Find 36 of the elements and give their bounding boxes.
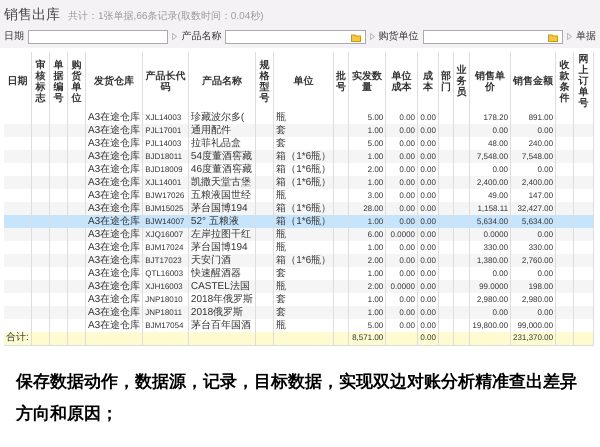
table-row[interactable]: A3在途仓库 BJD18011 54度董酒窖藏 箱（1*6瓶） 1.00 0.00 0.00 7,548.00 7,548.00 — [4, 150, 594, 163]
table-cell: 231,370.00 — [510, 332, 556, 345]
table-row[interactable]: A3在途仓库 BJW14007 52° 五粮液 箱（1*6瓶） 1.00 0.00 0.00 5,634.00 5,634.00 — [4, 215, 594, 228]
date-field[interactable] — [28, 30, 168, 44]
table-cell: 0.00 — [417, 332, 438, 345]
triangle-icon[interactable] — [172, 33, 178, 40]
table-row[interactable]: A3在途仓库 JNP18011 2018俄罗斯 套 1.00 0.00 0.00 0.00 0.00 — [4, 306, 594, 319]
table-row[interactable]: A3在途仓库 QTL16003 快速醒酒器 套 1.00 0.00 0.00 0.00 0.00 — [4, 267, 594, 280]
table-row[interactable]: A3在途仓库 PJL17001 通用配件 套 1.00 0.00 0.00 0.00 0.00 — [4, 124, 594, 137]
table-row[interactable]: A3在途仓库 BJM15025 茅台国博194 箱（1*6瓶） 28.00 0.00 0.00 1,158.11 32,427.00 — [4, 202, 594, 215]
table-row[interactable]: A3在途仓库 BJM17024 茅台国博194 瓶 1.00 0.00 0.00 330.00 330.00 — [4, 241, 594, 254]
record-summary: 共计：1张单据,66条记录(取数时间：0.04秒) — [68, 10, 264, 24]
table-row[interactable]: A3在途仓库 PJL14003 拉菲礼品盒 套 5.00 0.00 0.00 48.00 240.00 — [4, 137, 594, 150]
table-row[interactable]: A3在途仓库 BJD18009 46度董酒窖藏 箱（1*6瓶） 2.00 0.00 0.00 0.00 0.00 — [4, 163, 594, 176]
table-row[interactable]: A3在途仓库 XJH16003 CASTEL法国 瓶 2.00 0.0000 0.00 99.0000 198.00 — [4, 280, 594, 293]
table-row[interactable]: A3在途仓库 BJM17054 茅台百年国酒 瓶 5.00 0.00 0.00 19,800.00 99,000.00 — [4, 319, 594, 332]
page-title: 销售出库 — [4, 5, 60, 24]
triangle-icon[interactable] — [566, 33, 572, 40]
folder-icon[interactable] — [548, 34, 558, 42]
table-row[interactable]: A3在途仓库 BJW17026 五粮液国世经 瓶 3.00 0.00 0.00 49.00 147.00 — [4, 189, 594, 202]
table-cell: 8,571.00 — [348, 332, 386, 345]
table-row[interactable]: A3在途仓库 XJL14003 珍藏波尔多( 瓶 5.00 0.00 0.00 178.20 891.00 — [4, 111, 594, 124]
table-row[interactable]: A3在途仓库 BJT17023 天安门酒 箱（1*6瓶） 2.00 0.00 0.00 1,380.00 2,760.00 — [4, 254, 594, 267]
folder-icon[interactable] — [350, 34, 361, 42]
table-row[interactable]: A3在途仓库 XJQ16007 左岸拉图干红 瓶 6.00 0.0000 0.00 0.0000 0.00 — [4, 228, 594, 241]
filter-label: 购货单位 — [378, 30, 419, 44]
lookup-field[interactable] — [225, 30, 366, 44]
filter-label: 日期 — [4, 30, 24, 44]
lookup-field[interactable] — [422, 30, 563, 44]
table-row[interactable]: A3在途仓库 JNP18010 2018年俄罗斯 套 1.00 0.00 0.00 2,980.00 2,980.00 — [4, 293, 594, 306]
caption-text: 保存数据动作，数据源，记录，目标数据，实现双边对账分析精准查出差异方向和原因； — [16, 370, 578, 424]
filter-label: 单据 — [576, 30, 596, 44]
triangle-icon[interactable] — [370, 33, 375, 40]
table-row[interactable]: A3在途仓库 XJL14001 凯撒天堂古堡 箱（1*6瓶） 1.00 0.00 0.00 2,400.00 2,400.00 — [4, 176, 594, 189]
filter-label: 产品名称 — [181, 30, 222, 44]
table-cell: 合计: — [4, 332, 32, 345]
